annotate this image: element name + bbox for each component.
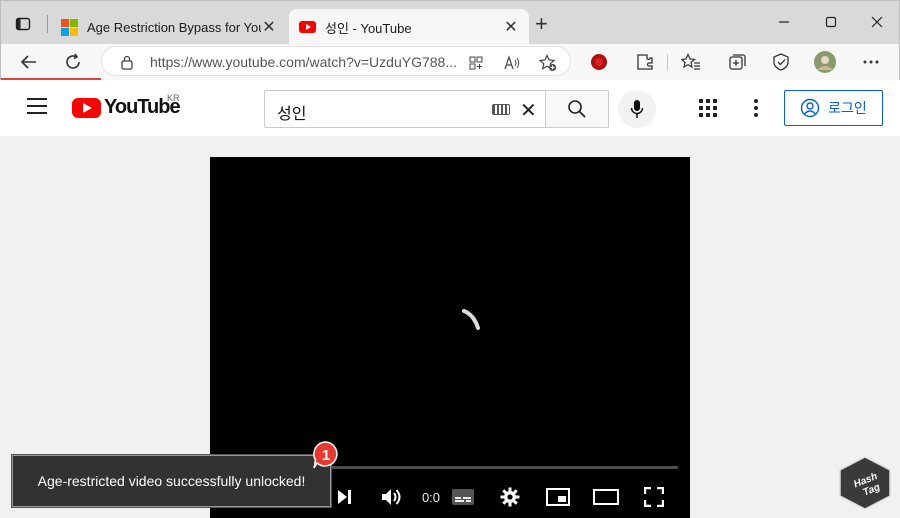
new-tab-button[interactable]: + (535, 13, 548, 35)
youtube-header: YouTube KR 성인 ✕ 로그인 (0, 80, 900, 136)
read-aloud-icon[interactable] (502, 53, 522, 73)
tab-youtube[interactable]: 성인 - YouTube ✕ (289, 9, 529, 45)
theater-mode-icon[interactable] (592, 483, 620, 511)
tab-title: 성인 - YouTube (325, 20, 412, 36)
voice-search-button[interactable] (618, 90, 656, 128)
toolbar-divider (667, 54, 668, 70)
login-button[interactable]: 로그인 (784, 90, 883, 126)
search-input[interactable]: 성인 ✕ (264, 90, 546, 128)
tab-close-icon[interactable]: ✕ (503, 17, 519, 37)
search-query[interactable]: 성인 (277, 100, 306, 124)
extension-red-icon[interactable] (587, 50, 611, 74)
refresh-icon[interactable] (61, 50, 85, 74)
minimize-icon[interactable] (772, 11, 796, 33)
back-icon[interactable] (17, 50, 41, 74)
miniplayer-icon[interactable] (544, 483, 572, 511)
search-button[interactable] (545, 90, 609, 128)
profile-avatar-icon[interactable] (813, 50, 837, 74)
more-options-icon[interactable] (754, 99, 758, 117)
close-window-icon[interactable] (865, 11, 889, 33)
region-code: KR (167, 93, 180, 103)
maximize-icon[interactable] (819, 11, 843, 33)
address-bar[interactable]: https://www.youtube.com/watch?v=UzduYG78… (101, 46, 571, 76)
microphone-icon (630, 100, 644, 118)
browser-essentials-icon[interactable] (769, 50, 793, 74)
account-icon (800, 98, 820, 118)
tab-separator (47, 15, 48, 33)
loading-spinner-icon (462, 309, 480, 330)
lock-icon[interactable] (120, 54, 134, 73)
tab-close-icon[interactable]: ✕ (261, 17, 277, 37)
add-favorite-icon[interactable] (538, 53, 558, 73)
tab-actions-icon[interactable] (11, 13, 35, 35)
youtube-favicon-icon (299, 19, 316, 35)
clear-search-icon[interactable]: ✕ (520, 98, 537, 123)
hashtag-watermark-logo: Hash Tag (839, 456, 891, 510)
favorites-icon[interactable] (679, 50, 703, 74)
keyboard-icon[interactable] (492, 104, 510, 115)
microsoft-logo-icon (61, 19, 78, 36)
youtube-play-icon (72, 97, 101, 118)
time-display: 0:0 (421, 489, 441, 505)
extensions-icon[interactable] (633, 50, 657, 74)
fullscreen-icon[interactable] (642, 483, 666, 511)
toast-message: Age-restricted video successfully unlock… (37, 473, 306, 489)
settings-gear-icon[interactable] (498, 483, 522, 511)
search-icon (568, 100, 586, 118)
step-number-badge: 1 (313, 441, 338, 469)
browser-toolbar: https://www.youtube.com/watch?v=UzduYG78… (0, 44, 900, 80)
subtitles-icon[interactable] (450, 483, 476, 511)
address-url[interactable]: https://www.youtube.com/watch?v=UzduYG78… (150, 54, 457, 70)
volume-icon[interactable] (378, 483, 404, 511)
hamburger-menu-icon[interactable] (27, 98, 47, 114)
tab-bar: Age Restriction Bypass for YouTub ✕ 성인 -… (0, 0, 900, 45)
youtube-logo[interactable]: YouTube KR (72, 93, 181, 119)
badge-number: 1 (322, 447, 330, 464)
collections-icon[interactable] (725, 50, 749, 74)
tab-title: Age Restriction Bypass for YouTub (87, 19, 261, 35)
next-video-icon[interactable] (332, 483, 356, 511)
tab-age-restriction-bypass[interactable]: Age Restriction Bypass for YouTub ✕ (51, 9, 287, 45)
apps-grid-icon[interactable] (699, 99, 717, 117)
app-available-icon[interactable] (466, 53, 486, 73)
unlock-toast: Age-restricted video successfully unlock… (12, 455, 331, 507)
settings-more-icon[interactable] (859, 50, 883, 74)
login-label: 로그인 (828, 100, 867, 116)
